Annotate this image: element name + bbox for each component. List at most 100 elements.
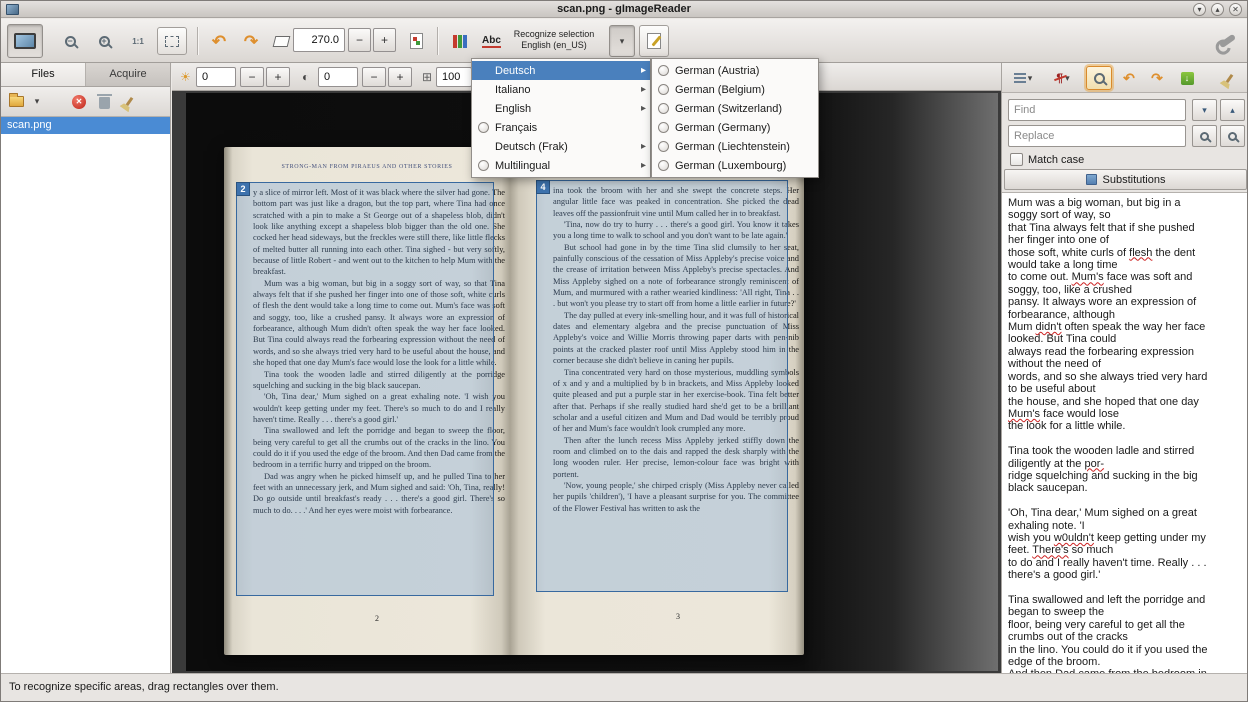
autodetect-layout-button[interactable] (401, 27, 431, 55)
language-menu-item-italiano[interactable]: Italiano▸ (472, 80, 650, 99)
strip-linebreaks-button[interactable]: ¶ ▾ (1046, 66, 1080, 90)
menu-item-label: Deutsch (495, 65, 636, 77)
language-menu: Deutsch▸Italiano▸English▸FrançaisDeutsch… (471, 58, 651, 178)
language-menu-item-english[interactable]: English▸ (472, 99, 650, 118)
match-case-checkbox[interactable] (1010, 153, 1023, 166)
recognize-label-line1: Recognize selection (503, 29, 605, 40)
language-menu-item-deutsch[interactable]: Deutsch▸ (472, 61, 650, 80)
clear-files-button[interactable] (118, 90, 140, 114)
substitutions-label: Substitutions (1103, 174, 1166, 186)
language-submenu-item-german-liechtenstein[interactable]: German (Liechtenstein) (652, 137, 818, 156)
window-title: scan.png - gImageReader (1, 1, 1247, 17)
brightness-increase-button[interactable]: + (266, 67, 290, 87)
toolbar-separator (197, 27, 198, 55)
image-controls-toggle-button[interactable] (445, 27, 475, 55)
edit-page-icon (647, 33, 661, 49)
sources-pane-toggle-button[interactable] (7, 24, 43, 58)
brightness-icon: ☀ (180, 69, 191, 85)
language-submenu-item-german-austria[interactable]: German (Austria) (652, 61, 818, 80)
menu-item-label: Multilingual (495, 160, 636, 172)
abc-recognize-icon: Abc (482, 35, 501, 48)
rotation-angle-spinbox[interactable]: 270.0 (293, 28, 345, 52)
file-list: scan.png (1, 117, 170, 134)
titlebar[interactable]: scan.png - gImageReader ▾ ▴ ✕ (1, 1, 1247, 18)
insert-mode-button[interactable]: ▾ (1006, 66, 1040, 90)
selection-badge: 2 (236, 182, 250, 196)
zoom-in-icon: + (99, 36, 110, 47)
language-submenu-item-german-germany[interactable]: German (Germany) (652, 118, 818, 137)
zoom-out-button[interactable]: − (55, 27, 85, 55)
rotate-right-icon: ↷ (244, 33, 258, 50)
remove-image-button[interactable]: ✕ (68, 90, 90, 114)
tab-files[interactable]: Files (1, 63, 86, 86)
ocr-selection-2[interactable]: 2 (236, 182, 494, 596)
language-menu-item-multilingual[interactable]: Multilingual▸ (472, 156, 650, 175)
radio-icon (658, 160, 669, 171)
language-submenu-item-german-belgium[interactable]: German (Belgium) (652, 80, 818, 99)
trash-icon (99, 97, 110, 109)
find-prev-button[interactable]: ▴ (1220, 99, 1245, 121)
right-page-number: 3 (676, 612, 680, 621)
tab-acquire[interactable]: Acquire (86, 63, 170, 86)
output-line: Mum's face would lose (1008, 408, 1243, 420)
close-button[interactable]: ✕ (1229, 3, 1242, 16)
rotate-left-button[interactable]: ↶ (205, 27, 233, 55)
language-submenu-item-german-luxembourg[interactable]: German (Luxembourg) (652, 156, 818, 175)
output-line: there's a good girl.' (1008, 569, 1243, 581)
menu-item-label: German (Liechtenstein) (675, 141, 814, 153)
toolbar-separator (437, 27, 438, 55)
recognize-language-dropdown-button[interactable]: ▾ (609, 25, 635, 57)
rotate-right-button[interactable]: ↷ (237, 27, 265, 55)
misspelled-word: didn't (1036, 321, 1062, 333)
brightness-spinbox[interactable]: 0 (196, 67, 236, 87)
zoom-in-button[interactable]: + (89, 27, 119, 55)
contrast-decrease-button[interactable]: − (362, 67, 386, 87)
output-pane-toggle-button[interactable] (639, 25, 669, 57)
rotation-decrease-button[interactable]: − (348, 28, 371, 52)
output-line: exhaling note. 'I (1008, 520, 1243, 532)
contrast-increase-button[interactable]: + (388, 67, 412, 87)
output-line: the house, and she hoped that one day (1008, 396, 1243, 408)
radio-icon (478, 122, 489, 133)
zoom-fit-button[interactable] (157, 27, 187, 55)
substitutions-button[interactable]: Substitutions (1004, 169, 1247, 190)
menu-item-label: German (Switzerland) (675, 103, 814, 115)
replace-all-button[interactable] (1220, 125, 1245, 147)
image-canvas[interactable]: STRONG-MAN FROM PIRAEUS AND OTHER STORIE… (172, 91, 1001, 673)
delete-image-button[interactable] (93, 90, 115, 114)
output-line: Mum didn't often speak the way her face (1008, 321, 1243, 333)
rotation-increase-button[interactable]: + (373, 28, 396, 52)
add-images-dropdown-button[interactable]: ▾ (30, 90, 44, 114)
find-input[interactable] (1008, 99, 1186, 121)
language-menu-item-deutsch-frak[interactable]: Deutsch (Frak)▸ (472, 137, 650, 156)
output-undo-button[interactable]: ↶ (1116, 66, 1142, 90)
output-line: to be useful about (1008, 383, 1243, 395)
language-menu-item-fran-ais[interactable]: Français (472, 118, 650, 137)
output-line: to do and I really haven't time. Really … (1008, 557, 1243, 569)
find-replace-toggle-button[interactable] (1086, 66, 1112, 90)
file-list-item[interactable]: scan.png (1, 117, 170, 134)
clear-output-button[interactable] (1216, 66, 1242, 90)
maximize-button[interactable]: ▴ (1211, 3, 1224, 16)
replace-button[interactable] (1192, 125, 1217, 147)
language-submenu-item-german-switzerland[interactable]: German (Switzerland) (652, 99, 818, 118)
brightness-decrease-button[interactable]: − (240, 67, 264, 87)
save-output-button[interactable]: ↓ (1174, 66, 1200, 90)
output-line (1008, 433, 1243, 445)
output-line: that Tina always felt that if she pushed (1008, 222, 1243, 234)
settings-button[interactable] (1211, 25, 1243, 57)
menu-item-label: German (Austria) (675, 65, 814, 77)
zoom-original-button[interactable]: 1:1 (123, 27, 153, 55)
add-images-button[interactable] (5, 90, 27, 114)
output-text[interactable]: Mum was a big woman, but big in asoggy s… (1002, 192, 1248, 673)
contrast-spinbox[interactable]: 0 (318, 67, 358, 87)
find-next-button[interactable]: ▾ (1192, 99, 1217, 121)
contrast-icon: ◐ (302, 69, 309, 85)
resolution-spinbox[interactable]: 100 (436, 67, 472, 87)
replace-input[interactable] (1008, 125, 1186, 147)
image-adjust-icon (453, 35, 467, 48)
ocr-selection-4[interactable]: 4 (536, 180, 788, 592)
minimize-button[interactable]: ▾ (1193, 3, 1206, 16)
misspelled-word: There's (1032, 544, 1068, 556)
output-redo-button[interactable]: ↷ (1144, 66, 1170, 90)
